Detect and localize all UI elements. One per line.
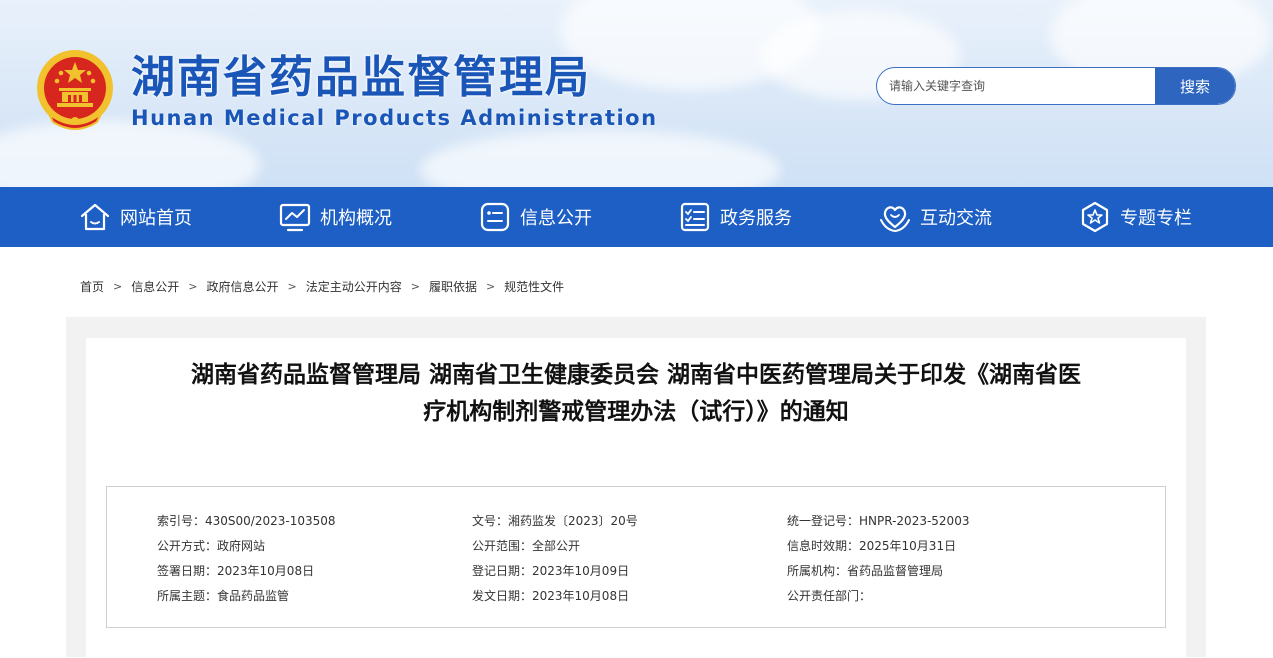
meta-registration-number: 统一登记号：HNPR-2023-52003 bbox=[787, 514, 970, 528]
site-title: 湖南省药品监督管理局 bbox=[131, 52, 591, 103]
nav-label: 政务服务 bbox=[720, 208, 792, 229]
info-list-icon bbox=[480, 202, 510, 232]
search-button[interactable]: 搜索 bbox=[1155, 68, 1235, 104]
breadcrumb-separator: > bbox=[410, 279, 420, 293]
breadcrumb-item[interactable]: 规范性文件 bbox=[504, 278, 564, 295]
breadcrumb-separator: > bbox=[287, 279, 297, 293]
meta-row: 所属主题：食品药品监管 发文日期：2023年10月08日 公开责任部门： bbox=[107, 587, 1165, 607]
breadcrumb-separator: > bbox=[485, 279, 496, 293]
nav-item-info-disclosure[interactable]: 信息公开 bbox=[478, 187, 592, 247]
nav-item-special-topics[interactable]: 专题专栏 bbox=[1078, 187, 1192, 247]
breadcrumb-item[interactable]: 法定主动公开内容 bbox=[306, 278, 402, 295]
meta-row: 索引号：430S00/2023-103508 文号：湘药监发〔2023〕20号 … bbox=[107, 512, 1165, 532]
document-meta-table: 索引号：430S00/2023-103508 文号：湘药监发〔2023〕20号 … bbox=[106, 486, 1166, 628]
breadcrumb-item[interactable]: 政府信息公开 bbox=[206, 278, 278, 295]
meta-signing-date: 签署日期：2023年10月08日 bbox=[157, 564, 315, 578]
nav-item-home[interactable]: 网站首页 bbox=[78, 187, 192, 247]
meta-topic: 所属主题：食品药品监管 bbox=[157, 589, 290, 603]
nav-label: 网站首页 bbox=[120, 208, 192, 229]
nav-label: 专题专栏 bbox=[1120, 208, 1192, 229]
meta-validity-period: 信息时效期：2025年10月31日 bbox=[787, 539, 957, 553]
meta-publish-scope: 公开范围：全部公开 bbox=[472, 539, 581, 553]
meta-row: 签署日期：2023年10月08日 登记日期：2023年10月09日 所属机构：省… bbox=[107, 562, 1165, 582]
breadcrumb-item[interactable]: 履职依据 bbox=[429, 278, 477, 295]
nav-item-gov-services[interactable]: 政务服务 bbox=[678, 187, 792, 247]
breadcrumb-item[interactable]: 首页 bbox=[80, 278, 104, 295]
search-box: 搜索 bbox=[876, 67, 1236, 105]
meta-row: 公开方式：政府网站 公开范围：全部公开 信息时效期：2025年10月31日 bbox=[107, 537, 1165, 557]
chart-monitor-icon bbox=[279, 203, 311, 232]
meta-publish-method: 公开方式：政府网站 bbox=[157, 539, 266, 553]
search-input[interactable] bbox=[877, 68, 1155, 104]
main-nav: 网站首页 机构概况 信息公开 政务服务 互动交流 专题专栏 bbox=[0, 187, 1273, 247]
breadcrumb: 首页 > 信息公开 > 政府信息公开 > 法定主动公开内容 > 履职依据 > 规… bbox=[80, 278, 564, 294]
article-title-line: 疗机构制剂警戒管理办法（试行）》的通知 bbox=[423, 399, 849, 425]
star-badge-icon bbox=[1081, 201, 1109, 233]
meta-index-number: 索引号：430S00/2023-103508 bbox=[157, 514, 336, 528]
site-header: 湖南省药品监督管理局 Hunan Medical Products Admini… bbox=[0, 0, 1273, 187]
nav-label: 机构概况 bbox=[320, 208, 392, 229]
breadcrumb-separator: > bbox=[188, 279, 198, 293]
home-icon bbox=[80, 203, 110, 231]
meta-issuing-agency: 所属机构：省药品监督管理局 bbox=[787, 564, 944, 578]
breadcrumb-separator: > bbox=[113, 279, 123, 293]
nav-item-interaction[interactable]: 互动交流 bbox=[878, 187, 992, 247]
heart-hands-icon bbox=[880, 206, 910, 233]
checklist-icon bbox=[680, 202, 710, 232]
meta-registration-date: 登记日期：2023年10月09日 bbox=[472, 564, 630, 578]
article-title-line: 湖南省药品监督管理局 湖南省卫生健康委员会 湖南省中医药管理局关于印发《湖南省医 bbox=[190, 362, 1081, 388]
breadcrumb-item[interactable]: 信息公开 bbox=[131, 278, 179, 295]
national-emblem-icon bbox=[37, 50, 113, 130]
nav-label: 信息公开 bbox=[520, 208, 592, 229]
article-title: 湖南省药品监督管理局 湖南省卫生健康委员会 湖南省中医药管理局关于印发《湖南省医… bbox=[100, 357, 1172, 431]
site-subtitle: Hunan Medical Products Administration bbox=[131, 106, 658, 130]
meta-responsible-dept: 公开责任部门： bbox=[787, 589, 872, 603]
nav-item-org-overview[interactable]: 机构概况 bbox=[278, 187, 392, 247]
nav-label: 互动交流 bbox=[920, 208, 992, 229]
cloud-decoration bbox=[420, 130, 780, 187]
meta-issue-date: 发文日期：2023年10月08日 bbox=[472, 589, 630, 603]
meta-document-number: 文号：湘药监发〔2023〕20号 bbox=[472, 514, 638, 528]
